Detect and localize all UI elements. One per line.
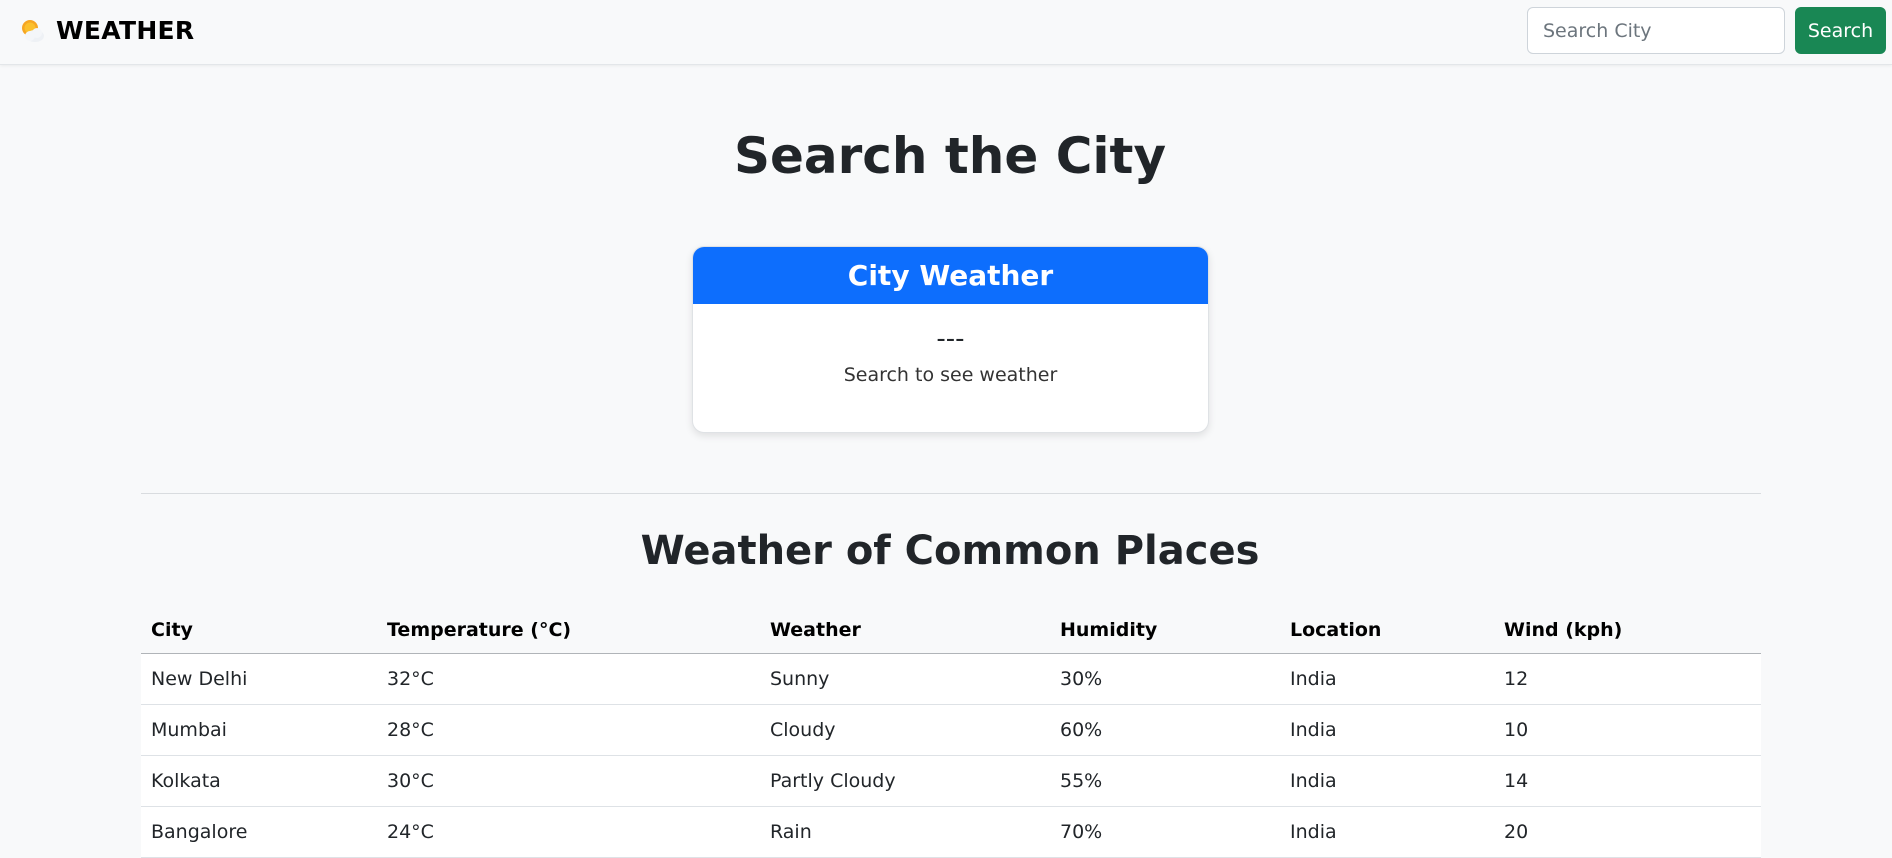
section-title: Weather of Common Places: [640, 528, 1260, 574]
navbar: WEATHER Search: [0, 0, 1892, 65]
card-description: Search to see weather: [843, 364, 1058, 386]
column-header-weather: Weather: [760, 608, 1050, 654]
cell-weather: Partly Cloudy: [760, 755, 1050, 807]
table-row: New Delhi 32°C Sunny 30% India 12: [141, 653, 1761, 705]
cell-location: India: [1280, 806, 1494, 858]
table-header-row: City Temperature (°C) Weather Humidity L…: [141, 608, 1761, 654]
sun-behind-cloud-icon: [18, 17, 46, 45]
cell-city: New Delhi: [141, 653, 377, 705]
cell-city: Mumbai: [141, 704, 377, 756]
city-weather-card: City Weather --- Search to see weather: [692, 246, 1209, 433]
cell-humidity: 55%: [1050, 755, 1280, 807]
cell-weather: Rain: [760, 806, 1050, 858]
cell-wind: 14: [1494, 755, 1761, 807]
cell-temperature: 32°C: [377, 653, 760, 705]
cell-wind: 20: [1494, 806, 1761, 858]
brand-title: WEATHER: [56, 16, 195, 45]
cell-temperature: 24°C: [377, 806, 760, 858]
card-header: City Weather: [693, 247, 1208, 304]
cell-city: Kolkata: [141, 755, 377, 807]
cell-weather: Cloudy: [760, 704, 1050, 756]
common-places-table: City Temperature (°C) Weather Humidity L…: [141, 608, 1761, 858]
column-header-humidity: Humidity: [1050, 608, 1280, 654]
cell-wind: 12: [1494, 653, 1761, 705]
search-city-input[interactable]: [1527, 7, 1785, 54]
column-header-temperature: Temperature (°C): [377, 608, 760, 654]
table-row: Kolkata 30°C Partly Cloudy 55% India 14: [141, 755, 1761, 807]
column-header-wind: Wind (kph): [1494, 608, 1761, 654]
cell-location: India: [1280, 755, 1494, 807]
table-row: Bangalore 24°C Rain 70% India 20: [141, 806, 1761, 858]
section-divider: [141, 493, 1761, 494]
cell-location: India: [1280, 704, 1494, 756]
cell-location: India: [1280, 653, 1494, 705]
card-temperature: ---: [936, 324, 965, 354]
cell-city: Bangalore: [141, 806, 377, 858]
cell-wind: 10: [1494, 704, 1761, 756]
column-header-city: City: [141, 608, 377, 654]
column-header-location: Location: [1280, 608, 1494, 654]
page-title: Search the City: [733, 127, 1167, 185]
cell-humidity: 30%: [1050, 653, 1280, 705]
brand-link[interactable]: WEATHER: [18, 16, 194, 45]
table-row: Mumbai 28°C Cloudy 60% India 10: [141, 704, 1761, 756]
cell-humidity: 70%: [1050, 806, 1280, 858]
cell-weather: Sunny: [760, 653, 1050, 705]
cell-temperature: 30°C: [377, 755, 760, 807]
cell-temperature: 28°C: [377, 704, 760, 756]
search-button[interactable]: Search: [1795, 7, 1886, 54]
cell-humidity: 60%: [1050, 704, 1280, 756]
